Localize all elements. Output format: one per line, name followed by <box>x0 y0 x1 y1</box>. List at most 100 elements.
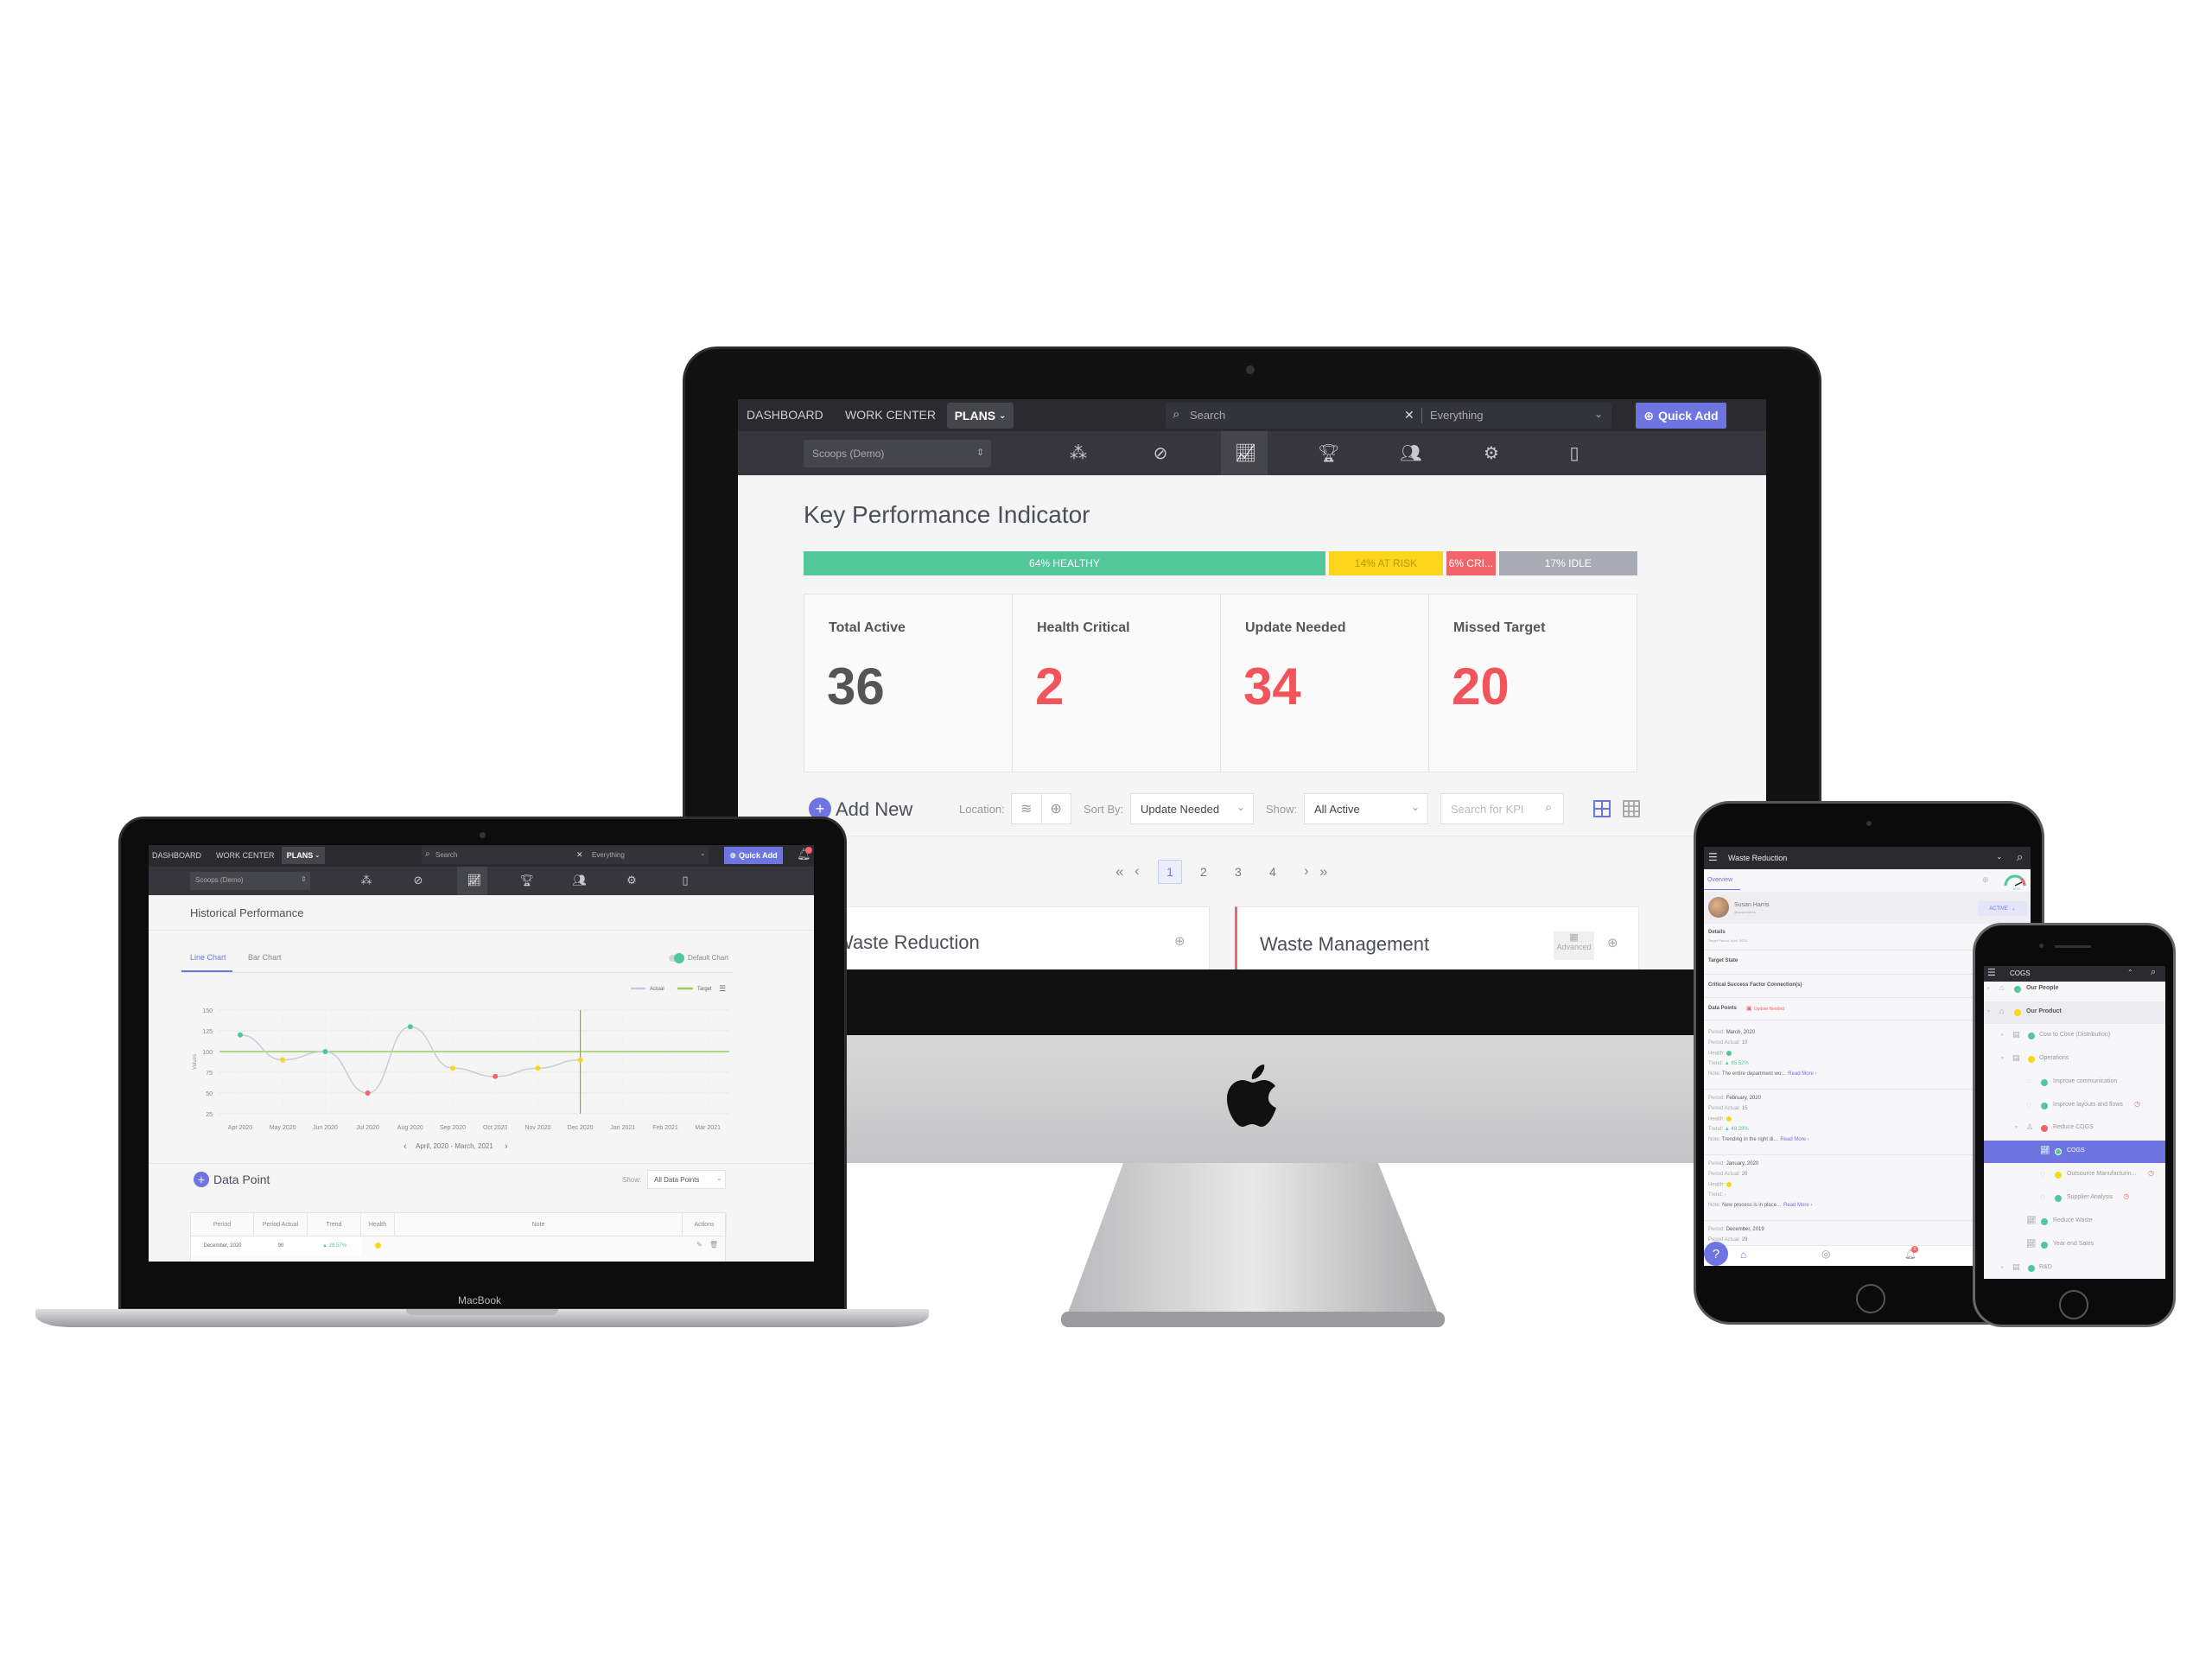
kpi-search-input[interactable]: Search for KPI ⌕ <box>1440 793 1564 824</box>
caret-right-icon[interactable]: ▸ <box>1987 985 1990 991</box>
nav-work-center[interactable]: WORK CENTER <box>845 408 936 422</box>
org-select[interactable]: Scoops (Demo) ⇕ <box>804 440 991 467</box>
search-bar[interactable]: ⌕ Search ✕ Everything ⌄ <box>1166 403 1611 429</box>
tab-bar-chart[interactable]: Bar Chart <box>248 953 282 962</box>
page-1-button[interactable]: 1 <box>1158 860 1182 884</box>
chevron-down-icon[interactable]: ⌄ <box>1996 852 2003 861</box>
tree-item[interactable]: 📈︎ Year end Sales <box>1984 1234 2165 1256</box>
last-page-button[interactable]: » <box>1319 863 1327 880</box>
data-points-section[interactable]: Data Points <box>1708 1006 1737 1011</box>
health-segment[interactable]: 64% HEALTHY <box>804 551 1325 575</box>
caret-right-icon[interactable]: ▸ <box>2001 1032 2004 1038</box>
health-segment[interactable]: 14% AT RISK <box>1328 551 1443 575</box>
stat-card[interactable]: Health Critical 2 <box>1013 594 1221 772</box>
home-button[interactable] <box>1856 1284 1885 1313</box>
health-segment[interactable]: 17% IDLE <box>1498 551 1637 575</box>
location-toggle[interactable]: ≋ ⊕ <box>1011 793 1071 824</box>
page-4-button[interactable]: 4 <box>1269 865 1276 879</box>
details-section[interactable]: Details <box>1708 930 1726 935</box>
prev-range-button[interactable]: ‹ <box>404 1141 407 1152</box>
hamburger-menu-icon[interactable]: ☰ <box>1708 851 1718 863</box>
caret-right-icon[interactable]: ▸ <box>2001 1264 2004 1270</box>
add-data-point-button[interactable]: + <box>194 1172 209 1187</box>
tree-item[interactable]: ◌ Supplier Analysis ◷ <box>1984 1187 2165 1210</box>
search-bar[interactable]: ⌕ Search ✕ Everything ⌄ <box>422 847 709 864</box>
first-page-button[interactable]: « <box>1116 863 1123 880</box>
csf-connections-section[interactable]: Critical Success Factor Connection(s) <box>1708 982 1802 988</box>
read-more-link[interactable]: Read More › <box>1788 1071 1816 1077</box>
kpi-card[interactable]: Waste Reduction ⊕ <box>804 906 1210 969</box>
tree-item[interactable]: ▾ ▤ Operations <box>1984 1048 2165 1071</box>
home-button[interactable] <box>2059 1290 2088 1319</box>
tree-item[interactable]: ▸ ▤ R&D <box>1984 1257 2165 1279</box>
status-dropdown[interactable]: ACTIVE ⌄ <box>1978 901 2027 916</box>
quick-add-button[interactable]: ⊕ Quick Add <box>724 847 783 864</box>
trophy-icon[interactable]: 🏆︎ <box>1318 442 1339 464</box>
compass-icon[interactable]: ⊘ <box>1152 442 1169 464</box>
nav-dashboard[interactable]: DASHBOARD <box>152 851 201 860</box>
tree-item[interactable]: ▾ ♙ Reduce COGS <box>1984 1117 2165 1140</box>
kpi-chart-icon[interactable]: 📈︎ <box>1235 442 1256 464</box>
data-point-marker[interactable] <box>535 1065 541 1071</box>
hamburger-menu-icon[interactable]: ☰ <box>1987 967 1996 978</box>
network-icon[interactable]: ⁂ <box>361 874 372 887</box>
health-segment[interactable]: 6% CRI... <box>1446 551 1496 575</box>
nav-plans-dropdown[interactable]: PLANS ⌄ <box>282 847 325 864</box>
edit-icon[interactable]: ✎ <box>696 1241 702 1249</box>
data-point-marker[interactable] <box>493 1073 499 1079</box>
clear-icon[interactable]: ✕ <box>1404 408 1414 423</box>
tree-item[interactable]: ◌ Improve layouts and flows ◷ <box>1984 1095 2165 1117</box>
quick-add-button[interactable]: ⊕ Quick Add <box>1636 403 1726 429</box>
read-more-link[interactable]: Read More › <box>1783 1203 1812 1208</box>
tab-overview[interactable]: Overview <box>1707 877 1732 883</box>
target-state-section[interactable]: Target State <box>1708 958 1738 963</box>
table-view-icon[interactable] <box>1623 800 1640 817</box>
gears-icon[interactable]: ⚙ <box>1483 442 1500 464</box>
tree-item[interactable]: ▾ ⌂ Our Product <box>1984 1001 2165 1024</box>
search-input[interactable]: Search <box>435 851 457 859</box>
network-icon[interactable]: ⁂ <box>1070 442 1087 464</box>
document-icon[interactable]: ▯ <box>680 874 691 887</box>
people-icon[interactable]: 👥︎ <box>1400 442 1421 464</box>
sort-by-select[interactable]: Update Needed ⌄ <box>1130 793 1254 824</box>
kpi-card-title[interactable]: Waste Reduction <box>836 931 980 954</box>
tree-item[interactable]: ▸ ▤ Cow to Cone (Distribution) <box>1984 1025 2165 1047</box>
search-icon[interactable]: ⌕ <box>2151 967 2156 978</box>
read-more-link[interactable]: Read More › <box>1780 1137 1808 1142</box>
next-range-button[interactable]: › <box>505 1141 508 1152</box>
caret-down-icon[interactable]: ▾ <box>2015 1124 2018 1130</box>
home-icon[interactable]: ⌂ <box>1740 1249 1746 1261</box>
tree-item[interactable]: ◌ Outsource Manufacturin... ◷ <box>1984 1164 2165 1186</box>
org-select[interactable]: Scoops (Demo) ⇕ <box>190 872 310 890</box>
gears-icon[interactable]: ⚙ <box>626 874 638 887</box>
document-icon[interactable]: ▯ <box>1566 442 1583 464</box>
search-icon[interactable]: ⌕ <box>2017 850 2023 864</box>
tree-item[interactable]: ▸ ⌂ Our People <box>1984 978 2165 1001</box>
people-icon[interactable]: 👥︎ <box>573 874 588 887</box>
compass-icon[interactable]: ⊘ <box>413 874 424 887</box>
show-select[interactable]: All Active ⌄ <box>1304 793 1428 824</box>
clear-icon[interactable]: ✕ <box>576 850 583 860</box>
delete-icon[interactable]: 🗑︎ <box>709 1241 718 1249</box>
toggle-knob[interactable] <box>674 953 684 963</box>
chevron-up-icon[interactable]: ⌃ <box>2127 969 2133 976</box>
help-button[interactable]: ? <box>1704 1242 1728 1266</box>
data-point-marker[interactable] <box>238 1032 243 1038</box>
search-input[interactable]: Search <box>1190 409 1225 422</box>
page-3-button[interactable]: 3 <box>1235 865 1242 879</box>
data-point-marker[interactable] <box>365 1090 371 1096</box>
kpi-card-title[interactable]: Waste Management <box>1260 933 1429 956</box>
globe-icon[interactable]: ⊕ <box>1042 794 1071 823</box>
kpi-card[interactable]: Waste Management ▦ Advanced ⊕ <box>1235 906 1639 969</box>
data-point-filter-select[interactable]: All Data Points ⌄ <box>647 1170 726 1189</box>
scope-select[interactable]: Everything <box>1430 409 1483 422</box>
data-point-marker[interactable] <box>280 1057 286 1063</box>
next-page-button[interactable]: › <box>1304 862 1309 880</box>
prev-page-button[interactable]: ‹ <box>1135 862 1140 880</box>
stat-card[interactable]: Update Needed 34 <box>1221 594 1429 772</box>
trophy-icon[interactable]: 🏆︎ <box>520 874 535 887</box>
data-point-marker[interactable] <box>577 1057 583 1063</box>
tree-item[interactable]: 📈︎ COGS <box>1984 1141 2165 1164</box>
kpi-chart-icon[interactable]: 📈︎ <box>467 874 482 887</box>
stat-card[interactable]: Missed Target 20 <box>1429 594 1637 772</box>
